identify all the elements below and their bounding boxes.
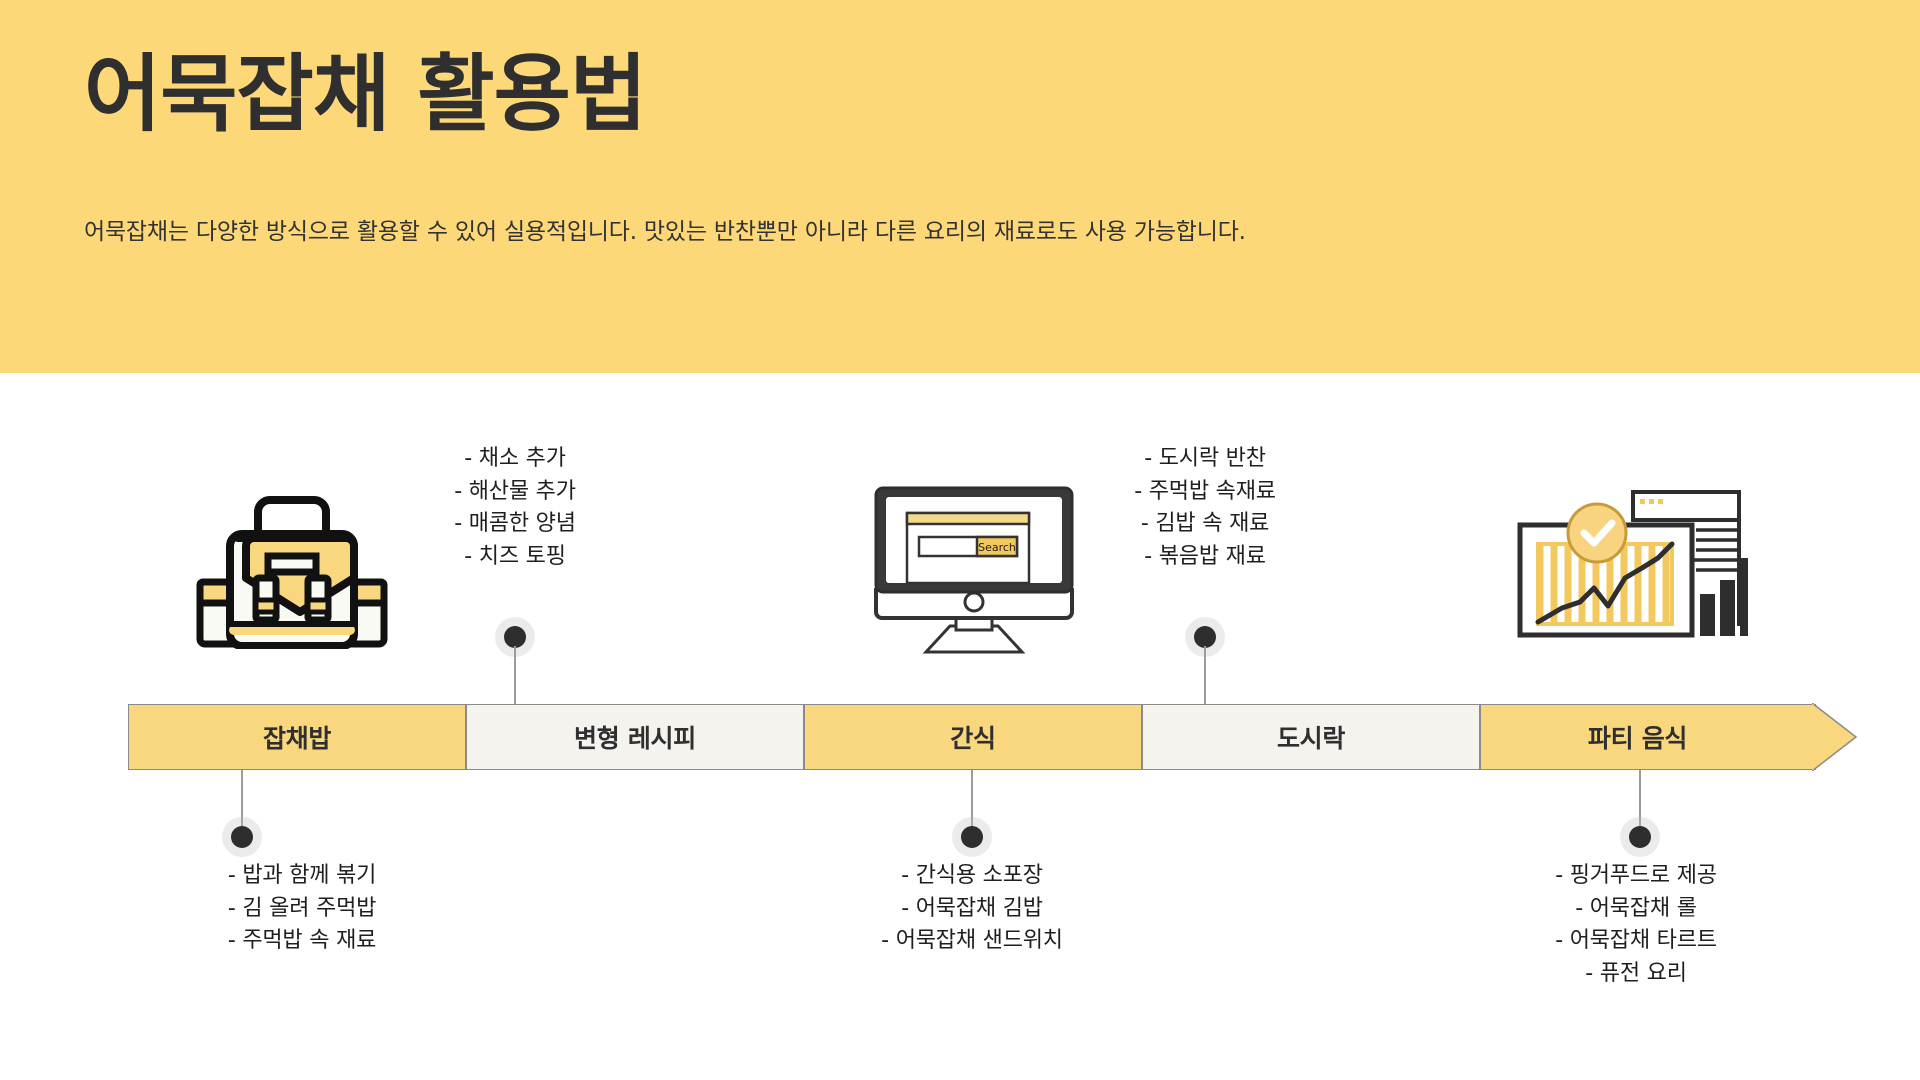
notes-variant-recipe: - 채소 추가 - 해산물 추가 - 매콤한 양념 - 치즈 토핑	[390, 443, 640, 573]
note-line: - 채소 추가	[464, 446, 566, 471]
note-line: - 김밥 속 재료	[1140, 511, 1270, 537]
note-line: - 주먹밥 속재료	[1134, 478, 1276, 504]
note-line: - 어묵잡채 샌드위치	[881, 928, 1063, 954]
timeline-segment-label: 변형 레시피	[574, 724, 696, 753]
analytics-dashboard-icon	[1500, 470, 1750, 650]
infographic-page: 어묵잡채 활용법 어묵잡채는 다양한 방식으로 활용할 수 있어 실용적입니다.…	[0, 0, 1920, 1080]
note-line: - 어묵잡채 롤	[1575, 895, 1697, 921]
note-line: - 어묵잡채 타르트	[1555, 928, 1717, 954]
page-title: 어묵잡채 활용법	[84, 45, 647, 143]
timeline-segment-variant-recipe[interactable]: 변형 레시피	[466, 704, 804, 770]
notes-snack: - 간식용 소포장 - 어묵잡채 김밥 - 어묵잡채 샌드위치	[832, 860, 1112, 958]
note-line: - 김 올려 주먹밥	[227, 895, 377, 921]
timeline-segment-snack[interactable]: 간식	[804, 704, 1142, 770]
connector-lunchbox	[1185, 626, 1225, 704]
note-line: - 볶음밥 재료	[1144, 543, 1266, 569]
timeline-segment-label: 잡채밥	[262, 724, 332, 753]
timeline-segment-party-food[interactable]: 파티 음식	[1480, 704, 1816, 770]
briefcase-icon	[192, 484, 392, 650]
connector-variant-recipe	[495, 626, 535, 704]
timeline-segment-japchae-bap[interactable]: 잡채밥	[128, 704, 466, 770]
monitor-search-icon: Search	[864, 484, 1084, 659]
note-line: - 도시락 반찬	[1144, 446, 1266, 471]
note-line: - 주먹밥 속 재료	[227, 928, 377, 954]
notes-lunchbox: - 도시락 반찬 - 주먹밥 속재료 - 김밥 속 재료 - 볶음밥 재료	[1075, 443, 1335, 573]
note-line: - 밥과 함께 볶기	[227, 863, 377, 888]
note-line: - 매콤한 양념	[454, 511, 576, 537]
timeline-segment-label: 도시락	[1276, 724, 1346, 753]
page-subtitle: 어묵잡채는 다양한 방식으로 활용할 수 있어 실용적입니다. 맛있는 반찬뿐만…	[84, 219, 1246, 245]
timeline-segment-label: 파티 음식	[1587, 724, 1688, 753]
note-line: - 치즈 토핑	[464, 543, 566, 569]
timeline-bar: 잡채밥 변형 레시피 간식 도시락 파티 음식	[128, 703, 1858, 771]
connector-snack	[952, 770, 992, 848]
timeline-segment-lunchbox[interactable]: 도시락	[1142, 704, 1480, 770]
note-line: - 간식용 소포장	[901, 863, 1043, 888]
timeline-arrow-tip	[1812, 703, 1858, 771]
timeline-segment-label: 간식	[950, 724, 996, 753]
connector-party-food	[1620, 770, 1660, 848]
connector-japchae-bap	[222, 770, 262, 848]
header-banner: 어묵잡채 활용법 어묵잡채는 다양한 방식으로 활용할 수 있어 실용적입니다.…	[0, 0, 1920, 373]
note-line: - 퓨전 요리	[1585, 960, 1687, 986]
notes-party-food: - 핑거푸드로 제공 - 어묵잡채 롤 - 어묵잡채 타르트 - 퓨전 요리	[1496, 860, 1776, 990]
note-line: - 어묵잡채 김밥	[901, 895, 1043, 921]
notes-japchae-bap: - 밥과 함께 볶기 - 김 올려 주먹밥 - 주먹밥 속 재료	[172, 860, 432, 958]
note-line: - 핑거푸드로 제공	[1555, 863, 1717, 888]
monitor-search-button-label: Search	[978, 541, 1016, 554]
note-line: - 해산물 추가	[454, 478, 576, 504]
